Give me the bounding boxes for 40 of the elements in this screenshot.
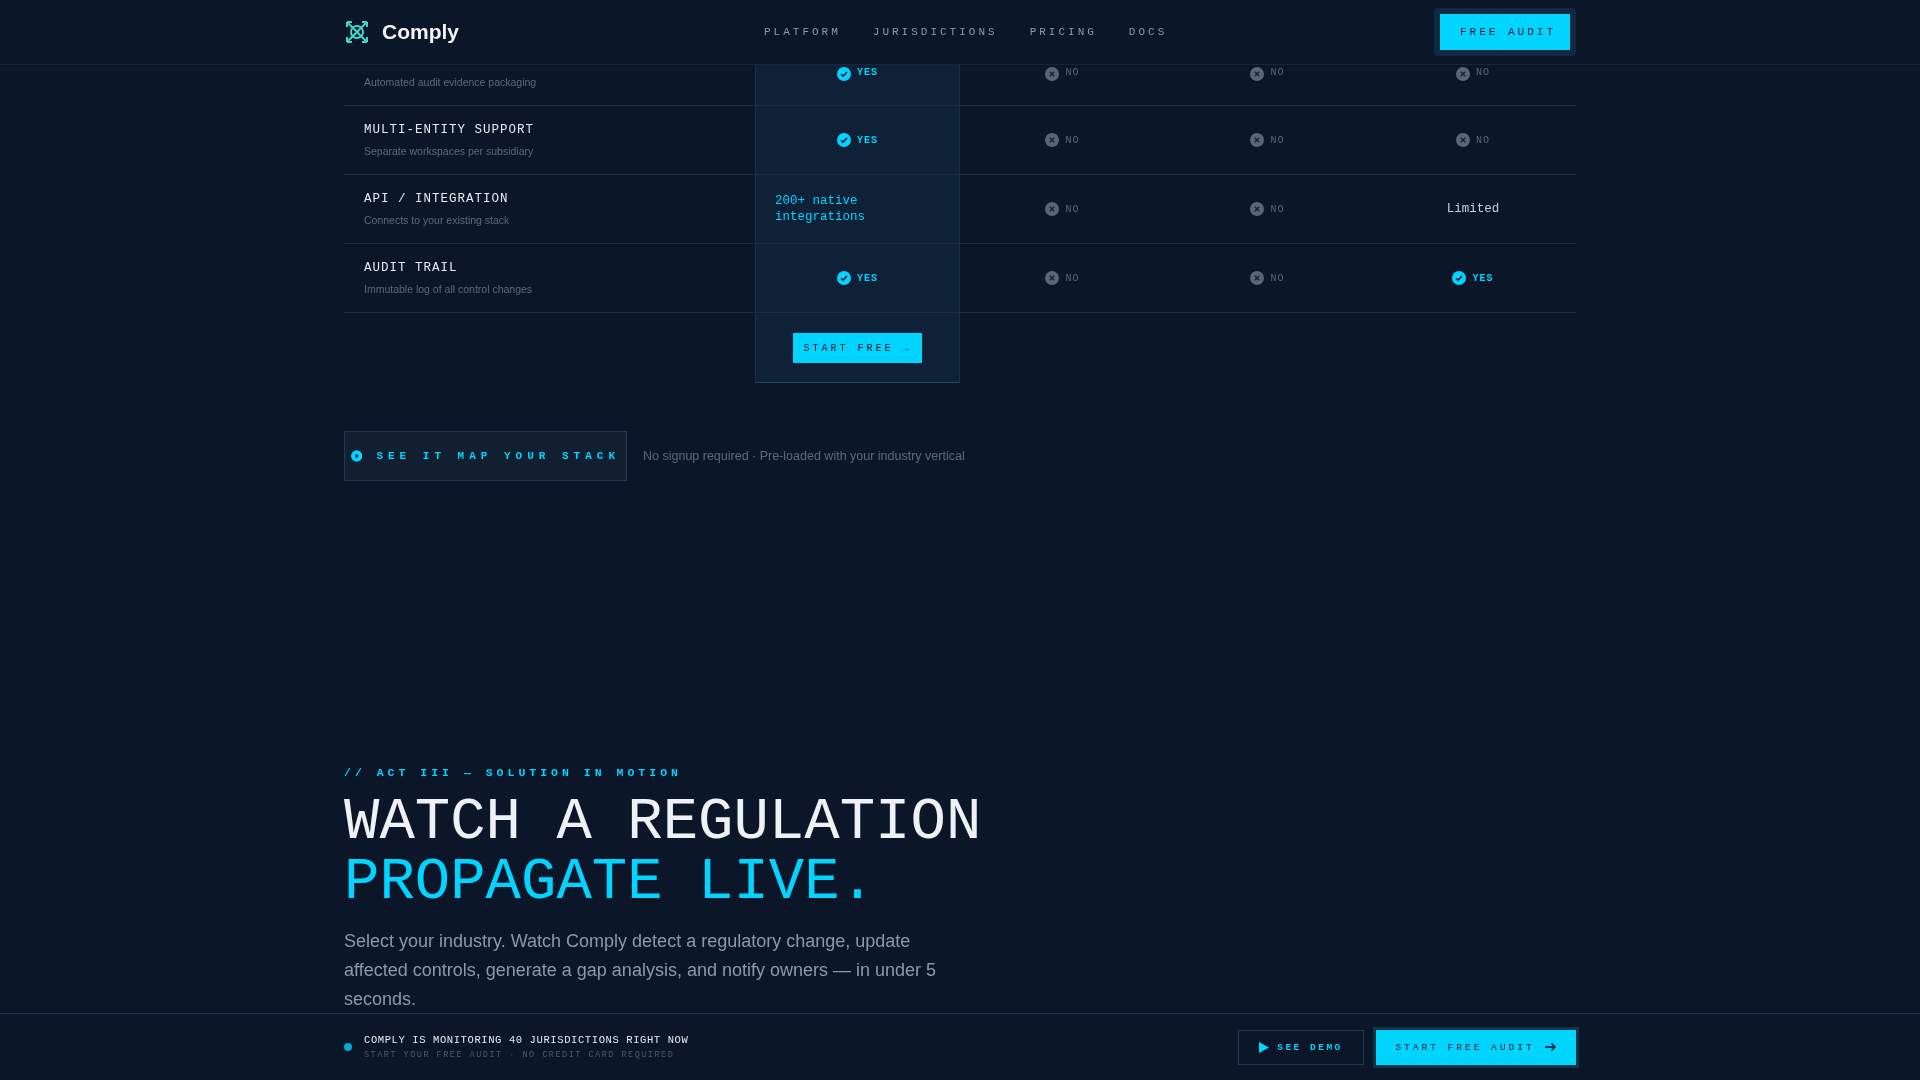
heading-accent-line: PROPAGATE LIVE. xyxy=(344,853,876,913)
see-it-map-your-stack-button[interactable]: SEE IT MAP YOUR STACK xyxy=(344,431,627,481)
nav-link[interactable]: DOCS xyxy=(1128,26,1168,38)
nav-link[interactable]: JURISDICTIONS xyxy=(872,26,998,38)
no-label: NO xyxy=(1270,272,1285,284)
heading-line: WATCH A REGULATION xyxy=(344,793,982,853)
section-eyebrow: // ACT III — SOLUTION IN MOTION xyxy=(344,766,683,779)
no-label: NO xyxy=(1065,203,1080,215)
no-label: NO xyxy=(1270,67,1285,78)
nav-link[interactable]: PLATFORM xyxy=(764,26,841,38)
see-demo-button[interactable]: SEE DEMO xyxy=(1238,1029,1364,1065)
no-label: NO xyxy=(1065,67,1080,78)
yes-label: YES xyxy=(1472,272,1494,284)
no-label: NO xyxy=(1065,134,1080,146)
no-label: NO xyxy=(1476,134,1490,146)
yes-label: YES xyxy=(857,67,878,78)
no-label: NO xyxy=(1065,272,1080,284)
no-label: NO xyxy=(1476,67,1490,78)
feature-title: API / INTEGRATION xyxy=(364,192,510,206)
yes-label: YES xyxy=(857,134,878,146)
feature-description: Connects to your existing stack xyxy=(364,214,511,226)
integrations-text: 200+ native integrations xyxy=(775,193,866,225)
feature-description: Automated audit evidence packaging xyxy=(364,76,538,88)
feature-title: MULTI-ENTITY SUPPORT xyxy=(364,123,536,137)
feature-description: Separate workspaces per subsidiary xyxy=(364,145,535,157)
demo-note: No signup required · Pre-loaded with your industry vertical xyxy=(643,449,965,463)
start-free-audit-button[interactable]: START FREE AUDIT xyxy=(1376,1029,1576,1065)
limited-text: Limited xyxy=(1446,202,1500,216)
monitoring-title: COMPLY IS MONITORING 40 JURISDICTIONS RIGHT NOW xyxy=(364,1034,690,1046)
free-audit-button[interactable]: FREE AUDIT xyxy=(1440,14,1570,50)
nav-link[interactable]: PRICING xyxy=(1029,26,1097,38)
section-body: Select your industry. Watch Comply detect a regulatory change, update affected controls, generate a gap analysis, and notify owners — in under 5 seconds. xyxy=(344,930,938,1011)
no-label: NO xyxy=(1270,203,1285,215)
start-free-button[interactable]: START FREE → xyxy=(793,333,922,363)
feature-title: AUDIT TRAIL xyxy=(364,261,459,275)
monitoring-subtitle: START YOUR FREE AUDIT · NO CREDIT CARD REQUIRED xyxy=(364,1050,676,1060)
no-label: NO xyxy=(1270,134,1285,146)
yes-label: YES xyxy=(857,272,878,284)
brand-name[interactable]: Comply xyxy=(382,20,459,44)
feature-description: Immutable log of all control changes xyxy=(364,283,534,295)
